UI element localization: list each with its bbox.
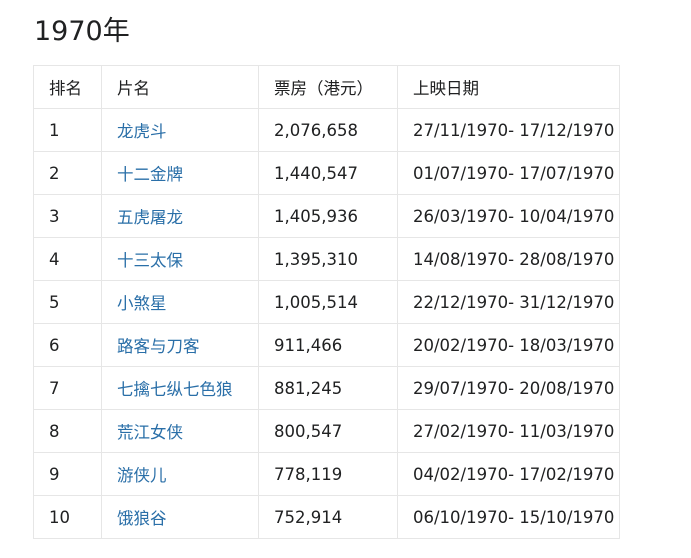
title-cell: 十三太保 [101,237,259,281]
title-cell: 七擒七纵七色狼 [101,366,259,410]
film-title-link[interactable]: 十二金牌 [117,165,183,184]
rank-cell: 4 [33,237,102,281]
release-dates-cell: 06/10/1970- 15/10/1970 [397,495,620,539]
rank-cell: 7 [33,366,102,410]
table-row: 4 十三太保 1,395,310 14/08/1970- 28/08/1970 [33,237,620,281]
table-row: 9 游侠儿 778,119 04/02/1970- 17/02/1970 [33,452,620,496]
gross-cell: 778,119 [258,452,398,496]
rank-cell: 6 [33,323,102,367]
film-title-link[interactable]: 十三太保 [117,251,183,270]
release-dates-cell: 14/08/1970- 28/08/1970 [397,237,620,281]
box-office-table: 排名 片名 票房（港元） 上映日期 1 龙虎斗 2,076,658 27/11/… [33,65,620,539]
table-row: 8 荒江女侠 800,547 27/02/1970- 11/03/1970 [33,409,620,453]
page-title: 1970年 [34,16,130,47]
rank-cell: 2 [33,151,102,195]
film-title-link[interactable]: 龙虎斗 [117,122,167,141]
rank-cell: 3 [33,194,102,238]
rank-cell: 5 [33,280,102,324]
header-rank: 排名 [33,65,102,109]
film-title-link[interactable]: 小煞星 [117,294,167,313]
title-cell: 荒江女侠 [101,409,259,453]
table-row: 1 龙虎斗 2,076,658 27/11/1970- 17/12/1970 [33,108,620,152]
rank-cell: 1 [33,108,102,152]
gross-cell: 911,466 [258,323,398,367]
release-dates-cell: 22/12/1970- 31/12/1970 [397,280,620,324]
film-title-link[interactable]: 饿狼谷 [117,509,167,528]
title-cell: 饿狼谷 [101,495,259,539]
film-title-link[interactable]: 荒江女侠 [117,423,183,442]
table-row: 3 五虎屠龙 1,405,936 26/03/1970- 10/04/1970 [33,194,620,238]
title-cell: 游侠儿 [101,452,259,496]
release-dates-cell: 26/03/1970- 10/04/1970 [397,194,620,238]
gross-cell: 1,395,310 [258,237,398,281]
film-title-link[interactable]: 七擒七纵七色狼 [117,380,233,399]
rank-cell: 8 [33,409,102,453]
gross-cell: 2,076,658 [258,108,398,152]
header-release-dates: 上映日期 [397,65,620,109]
table-row: 10 饿狼谷 752,914 06/10/1970- 15/10/1970 [33,495,620,539]
gross-cell: 800,547 [258,409,398,453]
release-dates-cell: 04/02/1970- 17/02/1970 [397,452,620,496]
release-dates-cell: 20/02/1970- 18/03/1970 [397,323,620,367]
title-cell: 路客与刀客 [101,323,259,367]
title-cell: 十二金牌 [101,151,259,195]
table-row: 6 路客与刀客 911,466 20/02/1970- 18/03/1970 [33,323,620,367]
rank-cell: 10 [33,495,102,539]
table-row: 2 十二金牌 1,440,547 01/07/1970- 17/07/1970 [33,151,620,195]
header-title: 片名 [101,65,259,109]
film-title-link[interactable]: 路客与刀客 [117,337,200,356]
title-cell: 龙虎斗 [101,108,259,152]
gross-cell: 1,440,547 [258,151,398,195]
table-header-row: 排名 片名 票房（港元） 上映日期 [33,65,620,109]
gross-cell: 752,914 [258,495,398,539]
title-cell: 五虎屠龙 [101,194,259,238]
gross-cell: 881,245 [258,366,398,410]
rank-cell: 9 [33,452,102,496]
table-row: 5 小煞星 1,005,514 22/12/1970- 31/12/1970 [33,280,620,324]
header-gross: 票房（港元） [258,65,398,109]
release-dates-cell: 29/07/1970- 20/08/1970 [397,366,620,410]
gross-cell: 1,405,936 [258,194,398,238]
gross-cell: 1,005,514 [258,280,398,324]
release-dates-cell: 27/02/1970- 11/03/1970 [397,409,620,453]
table-row: 7 七擒七纵七色狼 881,245 29/07/1970- 20/08/1970 [33,366,620,410]
film-title-link[interactable]: 游侠儿 [117,466,167,485]
title-cell: 小煞星 [101,280,259,324]
film-title-link[interactable]: 五虎屠龙 [117,208,183,227]
release-dates-cell: 27/11/1970- 17/12/1970 [397,108,620,152]
release-dates-cell: 01/07/1970- 17/07/1970 [397,151,620,195]
